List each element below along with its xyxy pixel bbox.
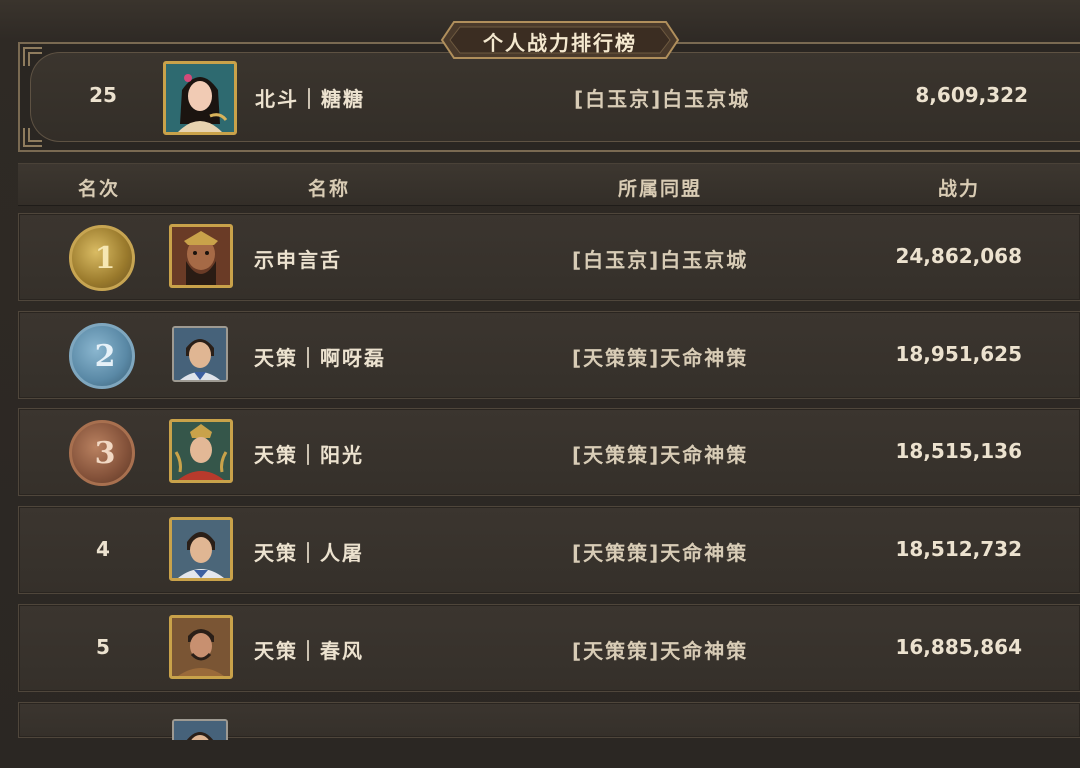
column-header-alliance: 所属同盟	[618, 178, 703, 200]
rank-number: 4	[96, 537, 110, 561]
table-row[interactable]: 5 天策｜春风 [天策策]天命神策 16,885,864	[18, 604, 1080, 692]
table-row-partial[interactable]	[18, 702, 1080, 768]
silver-medal-icon: 2	[69, 323, 135, 389]
warrior-portrait-icon[interactable]	[169, 224, 233, 288]
my-player-name: 北斗｜糖糖	[255, 87, 365, 111]
my-alliance-name: [白玉京]白玉京城	[574, 87, 751, 111]
alliance-name: [天策策]天命神策	[572, 346, 749, 370]
young-hero-portrait-icon[interactable]	[172, 326, 228, 382]
alliance-name: [白玉京]白玉京城	[572, 248, 749, 272]
my-power-value: 8,609,322	[915, 83, 1028, 107]
power-value: 16,885,864	[895, 635, 1022, 659]
power-value: 18,512,732	[895, 537, 1022, 561]
power-value: 18,951,625	[895, 342, 1022, 366]
table-row[interactable]: 2 天策｜啊呀磊 [天策策]天命神策 18,951,625	[18, 311, 1080, 399]
table-row[interactable]: 1 示申言舌 [白玉京]白玉京城 24,862,068	[18, 213, 1080, 301]
table-row[interactable]: 3 天策｜阳光 [天策策]天命神策 18,515,136	[18, 408, 1080, 496]
crowned-hero-portrait-icon[interactable]	[169, 419, 233, 483]
player-name: 天策｜人屠	[254, 541, 364, 565]
alliance-name: [天策策]天命神策	[572, 443, 749, 467]
player-name: 示申言舌	[254, 248, 342, 272]
alliance-name: [天策策]天命神策	[572, 541, 749, 565]
power-value: 24,862,068	[895, 244, 1022, 268]
list-bottom-edge	[0, 740, 1080, 768]
player-name: 天策｜春风	[254, 639, 364, 663]
player-name: 天策｜阳光	[254, 443, 364, 467]
title-banner: 个人战力排行榜	[440, 14, 680, 66]
page-title: 个人战力排行榜	[483, 31, 637, 55]
warrior-portrait-icon[interactable]	[169, 615, 233, 679]
my-rank-number: 25	[89, 83, 117, 107]
alliance-name: [天策策]天命神策	[572, 639, 749, 663]
female-hero-portrait-icon[interactable]	[163, 61, 237, 135]
table-header: 名次 名称 所属同盟 战力	[18, 163, 1080, 206]
bronze-medal-icon: 3	[69, 420, 135, 486]
table-row[interactable]: 4 天策｜人屠 [天策策]天命神策 18,512,732	[18, 506, 1080, 594]
rank-number: 5	[96, 635, 110, 659]
column-header-name: 名称	[308, 178, 351, 200]
column-header-rank: 名次	[78, 178, 121, 200]
player-name: 天策｜啊呀磊	[254, 346, 386, 370]
column-header-power: 战力	[938, 178, 981, 200]
young-hero-portrait-icon[interactable]	[169, 517, 233, 581]
gold-medal-icon: 1	[69, 225, 135, 291]
power-value: 18,515,136	[895, 439, 1022, 463]
ranking-screen: 个人战力排行榜 25 北斗｜糖糖 [白玉京]白玉京城 8,609,322 名次 …	[0, 0, 1080, 768]
